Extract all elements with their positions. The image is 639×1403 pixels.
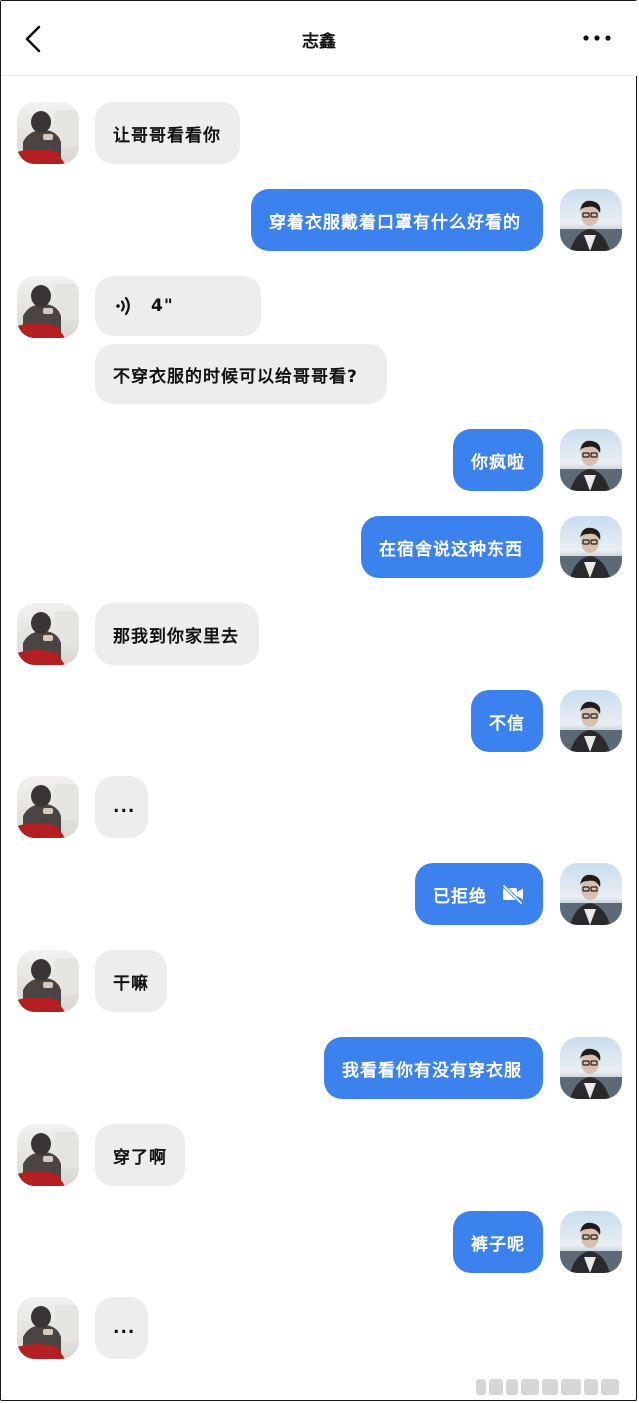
message-text: 那我到你家里去 <box>113 626 239 647</box>
contact-avatar[interactable] <box>17 776 79 838</box>
message-text: 我看看你有没有穿衣服 <box>342 1060 522 1081</box>
message-row: 在宿舍说这种东西 <box>0 516 639 578</box>
message-text: 穿了啊 <box>113 1147 167 1168</box>
message-row: ... <box>0 776 639 838</box>
incoming-message-bubble[interactable]: ... <box>95 776 148 838</box>
message-row: 干嘛 <box>0 950 639 1012</box>
chat-header: 志鑫 <box>1 1 637 76</box>
contact-avatar[interactable] <box>17 102 79 164</box>
message-row: 让哥哥看看你 <box>0 102 639 164</box>
message-text: 不穿衣服的时候可以给哥哥看? <box>113 366 358 387</box>
message-row: 穿着衣服戴着口罩有什么好看的 <box>0 189 639 251</box>
message-row: 我看看你有没有穿衣服 <box>0 1037 639 1099</box>
contact-avatar[interactable] <box>17 276 79 338</box>
message-row: 你疯啦 <box>0 429 639 491</box>
message-row: ... <box>0 1297 639 1359</box>
outgoing-message-bubble[interactable]: 不信 <box>471 690 543 752</box>
message-row: 4" <box>0 276 639 338</box>
message-row: 那我到你家里去 <box>0 603 639 665</box>
message-text: 不信 <box>489 713 525 734</box>
self-avatar[interactable] <box>560 1037 622 1099</box>
more-horizontal-icon <box>583 35 611 41</box>
contact-avatar[interactable] <box>17 1124 79 1186</box>
self-avatar[interactable] <box>560 690 622 752</box>
incoming-message-bubble[interactable]: 穿了啊 <box>95 1124 185 1186</box>
self-avatar[interactable] <box>560 863 622 925</box>
voice-duration: 4" <box>151 296 174 316</box>
message-text: 在宿舍说这种东西 <box>379 539 523 560</box>
contact-avatar[interactable] <box>17 603 79 665</box>
outgoing-message-bubble[interactable]: 穿着衣服戴着口罩有什么好看的 <box>251 189 543 251</box>
message-row: 不穿衣服的时候可以给哥哥看? <box>0 344 639 404</box>
message-text: ... <box>113 797 136 817</box>
more-options-button[interactable] <box>577 25 617 53</box>
incoming-message-bubble[interactable]: 那我到你家里去 <box>95 603 259 665</box>
message-text: 穿着衣服戴着口罩有什么好看的 <box>269 212 521 233</box>
message-text: 干嘛 <box>113 973 149 994</box>
voice-wave-icon <box>113 295 135 317</box>
incoming-message-bubble[interactable]: 干嘛 <box>95 950 167 1012</box>
contact-avatar[interactable] <box>17 1297 79 1359</box>
message-text: ... <box>113 1318 136 1338</box>
message-row: 已拒绝 <box>0 863 639 925</box>
self-avatar[interactable] <box>560 189 622 251</box>
video-call-rejected-bubble[interactable]: 已拒绝 <box>415 863 543 925</box>
outgoing-message-bubble[interactable]: 我看看你有没有穿衣服 <box>324 1037 543 1099</box>
self-avatar[interactable] <box>560 516 622 578</box>
outgoing-message-bubble[interactable]: 你疯啦 <box>453 429 543 491</box>
watermark <box>476 1376 630 1395</box>
self-avatar[interactable] <box>560 429 622 491</box>
video-off-icon <box>501 884 525 904</box>
outgoing-message-bubble[interactable]: 在宿舍说这种东西 <box>361 516 543 578</box>
message-text: 你疯啦 <box>471 452 525 473</box>
incoming-message-bubble[interactable]: 不穿衣服的时候可以给哥哥看? <box>95 344 387 404</box>
incoming-message-bubble[interactable]: ... <box>95 1297 148 1359</box>
message-text: 已拒绝 <box>433 886 487 907</box>
message-text: 裤子呢 <box>471 1234 525 1255</box>
message-row: 裤子呢 <box>0 1211 639 1273</box>
self-avatar[interactable] <box>560 1211 622 1273</box>
outgoing-message-bubble[interactable]: 裤子呢 <box>453 1211 543 1273</box>
chat-title: 志鑫 <box>302 32 336 52</box>
message-row: 不信 <box>0 690 639 752</box>
incoming-message-bubble[interactable]: 让哥哥看看你 <box>95 102 240 164</box>
message-text: 让哥哥看看你 <box>113 125 221 146</box>
contact-avatar[interactable] <box>17 950 79 1012</box>
message-row: 穿了啊 <box>0 1124 639 1186</box>
voice-message-bubble[interactable]: 4" <box>95 276 261 336</box>
